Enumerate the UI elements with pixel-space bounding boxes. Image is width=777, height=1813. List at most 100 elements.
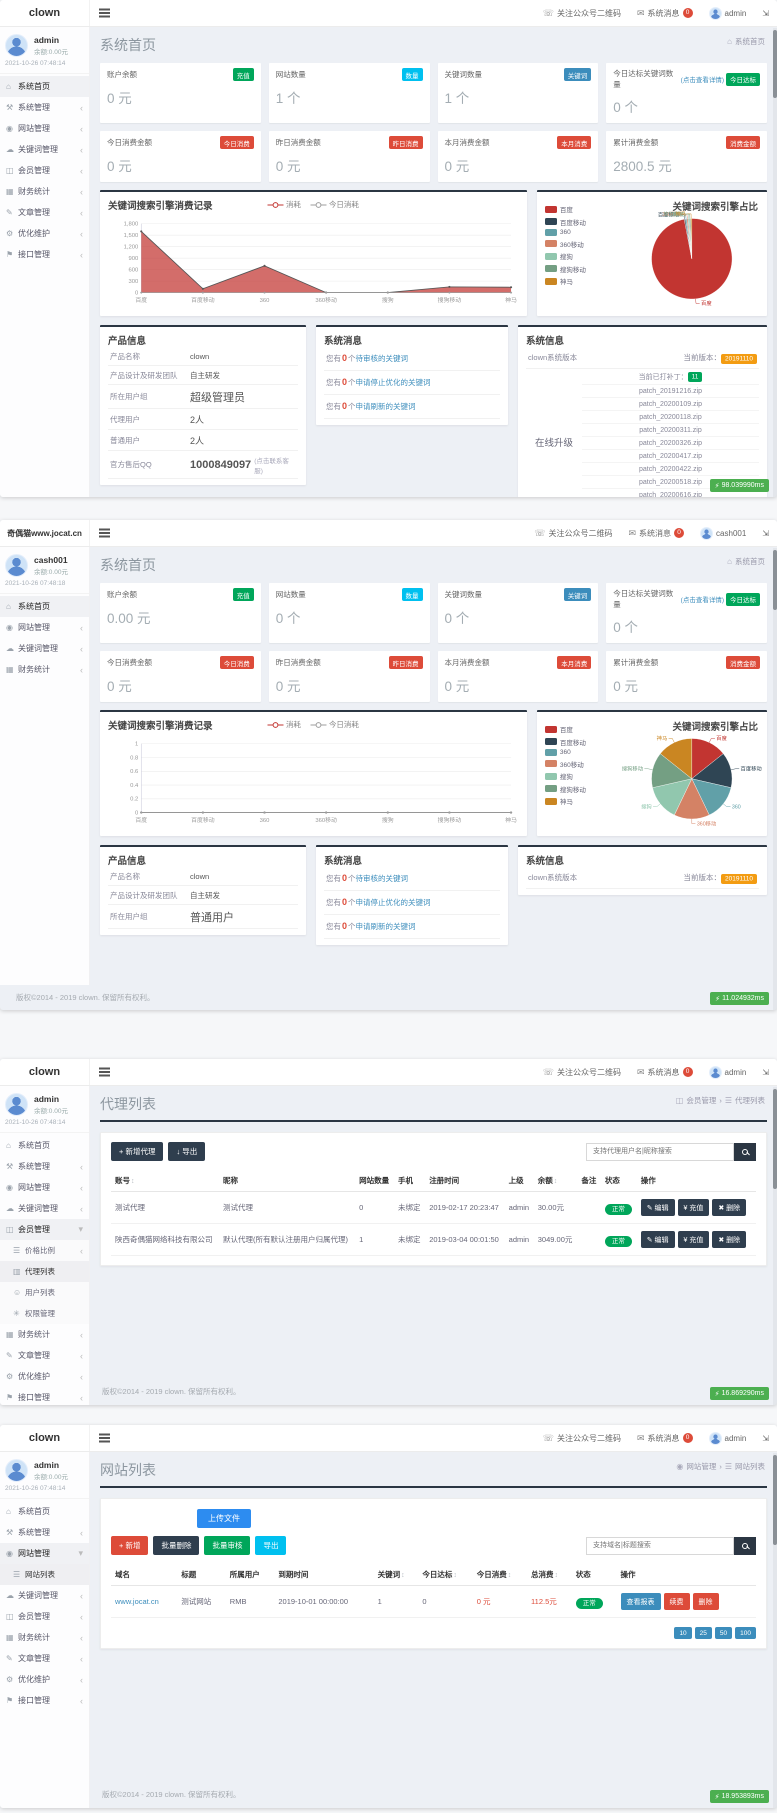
- sidebar-item[interactable]: ⌂系统首页: [0, 1501, 89, 1522]
- scrollbar[interactable]: [773, 548, 777, 1010]
- sidebar-toggle-icon[interactable]: [90, 520, 118, 547]
- legend-item[interactable]: 360: [545, 749, 597, 756]
- patch-file[interactable]: patch_20200326.zip: [582, 437, 759, 450]
- legend-item[interactable]: 消耗: [268, 719, 301, 730]
- upload-file-button[interactable]: 上传文件: [197, 1509, 251, 1528]
- column-header[interactable]: 今日达标↕: [418, 1564, 472, 1586]
- legend-item[interactable]: 搜狗移动: [545, 264, 597, 274]
- sidebar-item[interactable]: ◉网站管理‹: [0, 1177, 89, 1198]
- search-button[interactable]: [734, 1537, 756, 1555]
- sidebar-item[interactable]: ◉网站管理‹: [0, 118, 89, 139]
- column-header[interactable]: 今日消费↕: [473, 1564, 527, 1586]
- fullscreen-icon[interactable]: ⇲: [754, 1425, 777, 1452]
- sidebar-item[interactable]: ☁关键词管理‹: [0, 1585, 89, 1606]
- sidebar-item[interactable]: ⚙优化维护‹: [0, 1366, 89, 1387]
- topbar-qr-link[interactable]: ☏关注公众号二维码: [535, 1425, 629, 1452]
- legend-item[interactable]: 百度移动: [545, 217, 597, 227]
- legend-item[interactable]: 搜狗: [545, 771, 597, 781]
- page-size-button[interactable]: 50: [715, 1627, 732, 1639]
- patch-file[interactable]: patch_20200118.zip: [582, 411, 759, 424]
- column-header[interactable]: 总消费↕: [527, 1564, 572, 1586]
- sidebar-item[interactable]: ⚒系统管理‹: [0, 1156, 89, 1177]
- legend-item[interactable]: 消耗: [268, 199, 301, 210]
- sidebar-item[interactable]: ⌂系统首页: [0, 596, 89, 617]
- sidebar-item[interactable]: ⚒系统管理‹: [0, 97, 89, 118]
- row-action-button[interactable]: 续费: [664, 1593, 690, 1610]
- row-action-button[interactable]: ¥ 充值: [678, 1231, 710, 1248]
- sidebar-item[interactable]: ▦财务统计‹: [0, 1324, 89, 1345]
- topbar-qr-link[interactable]: ☏关注公众号二维码: [535, 0, 629, 27]
- row-action-button[interactable]: 查看报表: [621, 1593, 661, 1610]
- export-button[interactable]: ↓ 导出: [168, 1142, 205, 1161]
- brand-logo[interactable]: clown: [0, 0, 90, 26]
- fullscreen-icon[interactable]: ⇲: [754, 1059, 777, 1086]
- fullscreen-icon[interactable]: ⇲: [754, 520, 777, 547]
- card-detail-link[interactable]: (点击查看详情): [681, 594, 724, 604]
- sidebar-item[interactable]: ⚙优化维护‹: [0, 223, 89, 244]
- fullscreen-icon[interactable]: ⇲: [754, 0, 777, 27]
- patch-file[interactable]: patch_20200417.zip: [582, 450, 759, 463]
- row-action-button[interactable]: ✎ 编辑: [641, 1199, 675, 1216]
- legend-item[interactable]: 搜狗: [545, 251, 597, 261]
- row-action-button[interactable]: ✎ 编辑: [641, 1231, 675, 1248]
- breadcrumb[interactable]: ⌂系统首页: [727, 556, 765, 567]
- sidebar-item[interactable]: ✎文章管理‹: [0, 202, 89, 223]
- domain-link[interactable]: www.jocat.cn: [111, 1586, 177, 1618]
- breadcrumb[interactable]: ⌂系统首页: [727, 36, 765, 47]
- sidebar-toggle-icon[interactable]: [90, 1059, 118, 1086]
- topbar-user[interactable]: cash001: [692, 520, 754, 547]
- sort-icon[interactable]: ↕: [453, 1572, 457, 1579]
- sidebar-item[interactable]: ▦财务统计‹: [0, 659, 89, 680]
- sidebar-item[interactable]: ✎文章管理‹: [0, 1648, 89, 1669]
- toolbar-button[interactable]: 批量审核: [204, 1536, 250, 1555]
- sidebar-item[interactable]: ⚑接口管理‹: [0, 244, 89, 265]
- sidebar-item[interactable]: ⚑接口管理‹: [0, 1387, 89, 1405]
- toolbar-button[interactable]: 导出: [255, 1536, 286, 1555]
- sidebar-item[interactable]: ⌂系统首页: [0, 76, 89, 97]
- system-message[interactable]: 您有0个申请停止优化的关键词: [324, 371, 500, 395]
- sidebar-item[interactable]: ✎文章管理‹: [0, 1345, 89, 1366]
- column-header[interactable]: 余额↕: [534, 1170, 578, 1192]
- sort-icon[interactable]: ↕: [131, 1178, 135, 1185]
- sort-icon[interactable]: ↕: [401, 1572, 405, 1579]
- page-size-button[interactable]: 100: [735, 1627, 756, 1639]
- legend-item[interactable]: 360移动: [545, 759, 597, 769]
- sidebar-item[interactable]: ⌂系统首页: [0, 1135, 89, 1156]
- patch-file[interactable]: patch_20191216.zip: [582, 385, 759, 398]
- sidebar-item[interactable]: ◉网站管理‹: [0, 617, 89, 638]
- legend-item[interactable]: 神马: [545, 276, 597, 286]
- topbar-user[interactable]: admin: [701, 0, 755, 27]
- topbar-messages[interactable]: ✉系统消息0: [629, 0, 701, 27]
- system-message[interactable]: 您有0个待审核的关键词: [324, 347, 500, 371]
- sidebar-item[interactable]: ◫会员管理▾: [0, 1219, 89, 1240]
- column-header[interactable]: 账号↕: [111, 1170, 219, 1192]
- topbar-messages[interactable]: ✉系统消息0: [629, 1059, 701, 1086]
- sidebar-item[interactable]: ☁关键词管理‹: [0, 638, 89, 659]
- sidebar-item[interactable]: ◉网站管理▾: [0, 1543, 89, 1564]
- sidebar-item[interactable]: ☰价格比例‹: [0, 1240, 89, 1261]
- topbar-qr-link[interactable]: ☏关注公众号二维码: [526, 520, 620, 547]
- sort-icon[interactable]: ↕: [554, 1178, 558, 1185]
- topbar-messages[interactable]: ✉系统消息0: [629, 1425, 701, 1452]
- sidebar-item[interactable]: ☁关键词管理‹: [0, 139, 89, 160]
- system-message[interactable]: 您有0个申请停止优化的关键词: [324, 891, 500, 915]
- row-action-button[interactable]: ✖ 删除: [712, 1231, 746, 1248]
- sidebar-toggle-icon[interactable]: [90, 0, 118, 27]
- row-action-button[interactable]: ¥ 充值: [678, 1199, 710, 1216]
- page-size-button[interactable]: 25: [695, 1627, 712, 1639]
- patch-file[interactable]: patch_20200311.zip: [582, 424, 759, 437]
- sidebar-item[interactable]: ▦财务统计‹: [0, 181, 89, 202]
- sidebar-item[interactable]: ☁关键词管理‹: [0, 1198, 89, 1219]
- breadcrumb[interactable]: ◉网站管理›☰网站列表: [676, 1461, 765, 1472]
- sidebar-item[interactable]: ☰网站列表: [0, 1564, 89, 1585]
- brand-logo[interactable]: clown: [0, 1425, 90, 1451]
- sidebar-item[interactable]: ⚒系统管理‹: [0, 1522, 89, 1543]
- brand-logo[interactable]: 奇偶猫www.jocat.cn: [0, 520, 90, 546]
- scrollbar[interactable]: [773, 28, 777, 497]
- topbar-qr-link[interactable]: ☏关注公众号二维码: [535, 1059, 629, 1086]
- card-detail-link[interactable]: (点击查看详情): [681, 74, 724, 84]
- sidebar-item[interactable]: ◫会员管理‹: [0, 160, 89, 181]
- legend-item[interactable]: 百度移动: [545, 737, 597, 747]
- legend-item[interactable]: 360: [545, 229, 597, 236]
- scrollbar[interactable]: [773, 1453, 777, 1808]
